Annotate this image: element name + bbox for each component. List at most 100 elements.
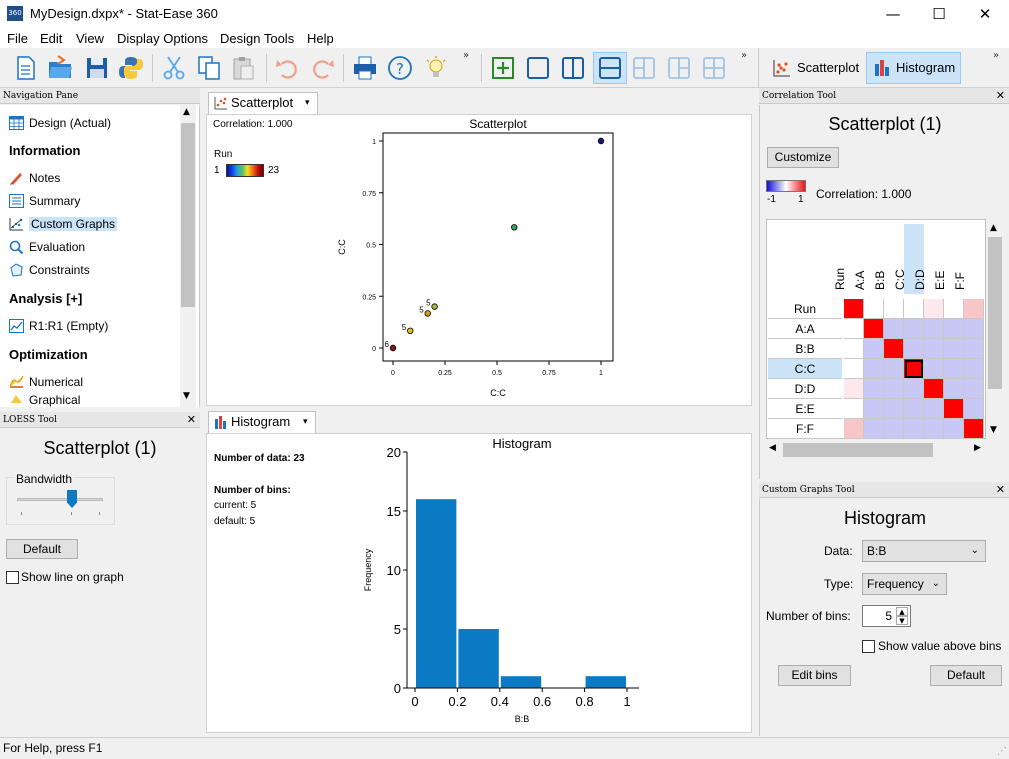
nav-summary[interactable]: Summary	[9, 191, 80, 211]
correlation-cell[interactable]	[944, 319, 964, 339]
tab-dropdown-icon[interactable]: ▾	[303, 412, 308, 432]
correlation-cell[interactable]	[944, 339, 964, 359]
correlation-cell[interactable]	[924, 339, 944, 359]
nav-section-analysis[interactable]: Analysis [+]	[9, 291, 82, 306]
nav-r1-response[interactable]: R1:R1 (Empty)	[9, 316, 108, 336]
correlation-cell[interactable]	[924, 359, 944, 379]
correlation-cell[interactable]	[944, 419, 964, 439]
correlation-cell[interactable]	[864, 419, 884, 439]
menu-help[interactable]: Help	[307, 31, 334, 46]
layout-four-icon[interactable]	[700, 54, 728, 82]
loess-close-icon[interactable]: ✕	[187, 412, 196, 428]
toolbar-overflow-chevron[interactable]: »	[463, 50, 469, 61]
correlation-cell[interactable]	[844, 419, 864, 439]
correlation-cell[interactable]	[904, 359, 924, 379]
bins-spinner[interactable]: 5 ▲ ▼	[862, 605, 911, 627]
correlation-cell[interactable]	[924, 299, 944, 319]
correlation-v-scrollbar[interactable]: ▲ ▼	[987, 219, 1003, 441]
show-value-checkbox[interactable]	[862, 640, 875, 653]
nav-section-optimization[interactable]: Optimization	[9, 347, 88, 362]
layout-quad-right-icon[interactable]	[665, 54, 693, 82]
correlation-cell[interactable]	[964, 299, 984, 319]
bandwidth-slider-thumb[interactable]	[67, 490, 77, 508]
custom-graphs-default-button[interactable]: Default	[930, 665, 1002, 686]
correlation-cell[interactable]	[864, 339, 884, 359]
correlation-cell[interactable]	[924, 319, 944, 339]
correlation-cell[interactable]	[904, 319, 924, 339]
bandwidth-track[interactable]	[17, 498, 103, 501]
correlation-row-header[interactable]: E:E	[768, 399, 842, 419]
correlation-column-header[interactable]: F:F	[953, 224, 984, 294]
correlation-cell[interactable]	[884, 359, 904, 379]
correlation-cell[interactable]	[904, 299, 924, 319]
close-button[interactable]: ✕	[962, 0, 1008, 28]
menu-edit[interactable]: Edit	[40, 31, 62, 46]
correlation-cell[interactable]	[904, 379, 924, 399]
tip-bulb-icon[interactable]	[422, 54, 450, 82]
correlation-cell[interactable]	[864, 399, 884, 419]
correlation-v-scrollbar-thumb[interactable]	[988, 237, 1002, 389]
correlation-row-header[interactable]: C:C	[768, 359, 842, 379]
correlation-row-header[interactable]: Run	[768, 299, 842, 319]
edit-bins-button[interactable]: Edit bins	[778, 665, 851, 686]
new-file-icon[interactable]	[12, 54, 40, 82]
correlation-cell[interactable]	[964, 399, 984, 419]
correlation-cell[interactable]	[924, 399, 944, 419]
menu-file[interactable]: File	[7, 31, 28, 46]
copy-icon[interactable]	[195, 54, 223, 82]
layout-quad-disabled-icon[interactable]	[630, 54, 658, 82]
nav-section-information[interactable]: Information	[9, 143, 81, 158]
scroll-down-arrow-icon[interactable]: ▼	[183, 391, 190, 401]
tab-histogram[interactable]: Histogram ▾	[208, 411, 316, 433]
correlation-cell[interactable]	[904, 419, 924, 439]
histogram-toggle[interactable]: Histogram	[866, 52, 961, 84]
correlation-cell[interactable]	[964, 319, 984, 339]
correlation-cell[interactable]	[844, 359, 864, 379]
spin-up-icon[interactable]: ▲	[896, 607, 908, 616]
nav-notes[interactable]: Notes	[9, 168, 60, 188]
correlation-cell[interactable]	[844, 399, 864, 419]
correlation-cell[interactable]	[884, 379, 904, 399]
nav-scrollbar[interactable]: ▲ ▼	[180, 105, 196, 407]
menu-design-tools[interactable]: Design Tools	[220, 31, 294, 46]
correlation-cell[interactable]	[884, 339, 904, 359]
show-line-checkbox[interactable]	[6, 571, 19, 584]
scroll-up-arrow-icon[interactable]: ▲	[183, 107, 190, 117]
type-select[interactable]: Frequency ⌄	[862, 573, 947, 595]
customize-button[interactable]: Customize	[767, 147, 839, 168]
nav-custom-graphs[interactable]: Custom Graphs	[9, 214, 118, 234]
python-icon[interactable]	[117, 54, 145, 82]
correlation-cell[interactable]	[884, 419, 904, 439]
correlation-cell[interactable]	[944, 399, 964, 419]
add-graph-icon[interactable]	[489, 54, 517, 82]
correlation-cell[interactable]	[884, 399, 904, 419]
correlation-cell[interactable]	[924, 379, 944, 399]
correlation-cell[interactable]	[964, 419, 984, 439]
nav-graphical[interactable]: Graphical	[9, 393, 80, 407]
correlation-cell[interactable]	[844, 339, 864, 359]
correlation-cell[interactable]	[864, 359, 884, 379]
scroll-down-arrow-icon[interactable]: ▼	[990, 425, 997, 435]
layout-single-icon[interactable]	[524, 54, 552, 82]
redo-icon[interactable]	[308, 54, 336, 82]
correlation-cell[interactable]	[964, 379, 984, 399]
cut-icon[interactable]	[160, 54, 188, 82]
correlation-cell[interactable]	[964, 339, 984, 359]
resize-grip-icon[interactable]: ⋰	[997, 742, 1007, 759]
correlation-row-header[interactable]: A:A	[768, 319, 842, 339]
correlation-cell[interactable]	[844, 379, 864, 399]
scroll-up-arrow-icon[interactable]: ▲	[990, 223, 997, 233]
tab-scatterplot[interactable]: Scatterplot ▾	[208, 92, 318, 114]
correlation-cell[interactable]	[864, 319, 884, 339]
correlation-cell[interactable]	[904, 339, 924, 359]
nav-evaluation[interactable]: Evaluation	[9, 237, 85, 257]
loess-default-button[interactable]: Default	[6, 539, 78, 559]
correlation-cell[interactable]	[964, 359, 984, 379]
data-select[interactable]: B:B ⌄	[862, 540, 986, 562]
correlation-h-scrollbar-thumb[interactable]	[783, 443, 933, 457]
scatterplot-toggle[interactable]: Scatterplot	[766, 52, 862, 84]
help-icon[interactable]: ?	[386, 54, 414, 82]
correlation-h-scrollbar[interactable]: ◀ ▶	[766, 442, 987, 458]
minimize-button[interactable]: —	[870, 0, 916, 28]
spin-down-icon[interactable]: ▼	[896, 616, 908, 625]
